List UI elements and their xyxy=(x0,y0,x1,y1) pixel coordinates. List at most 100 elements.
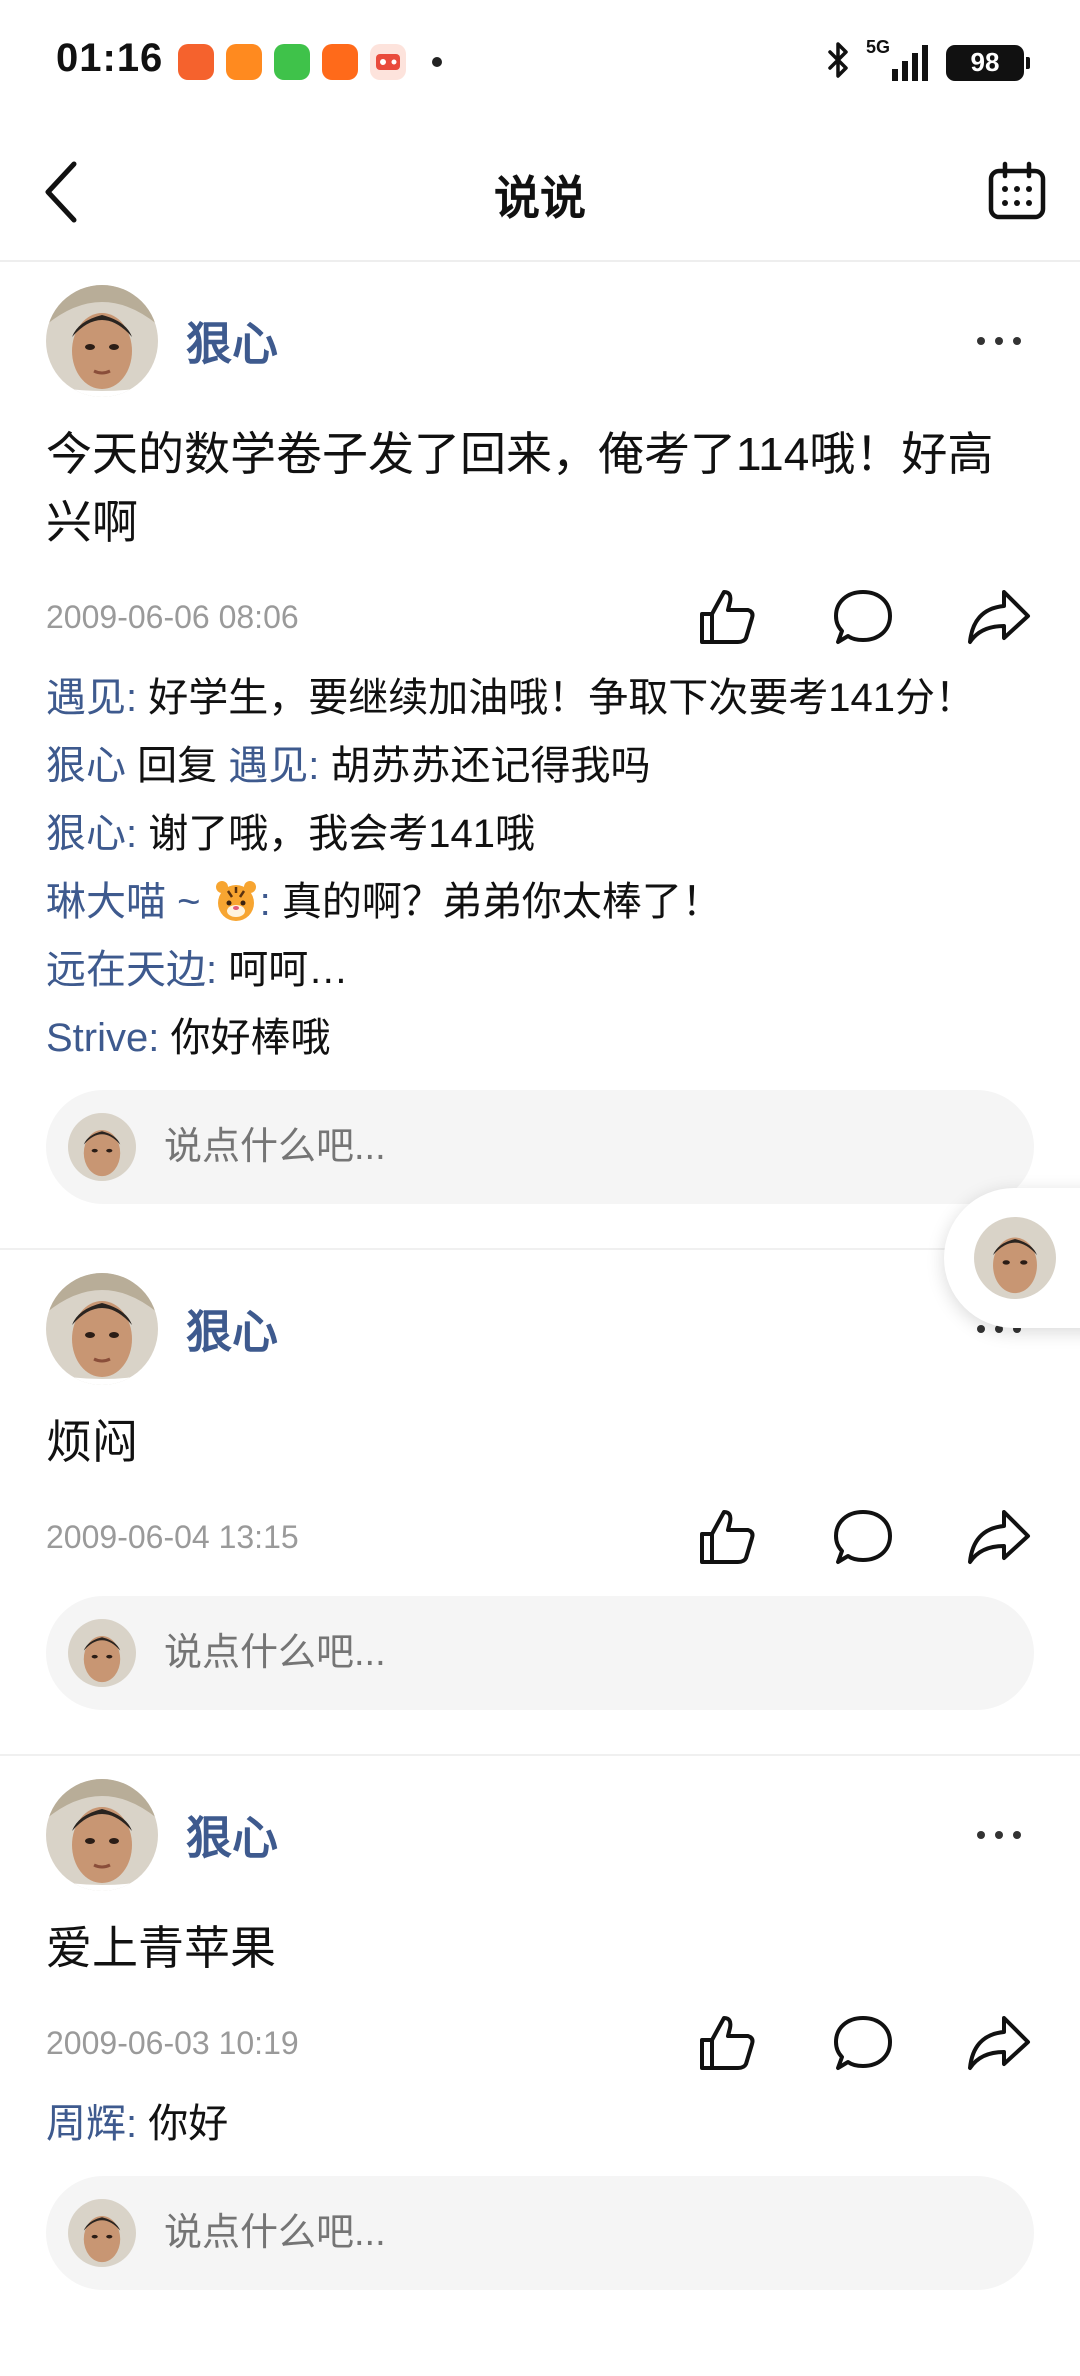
comment-separator: : xyxy=(148,1016,171,1060)
network-type: 5G xyxy=(866,36,891,57)
orange-app-icon xyxy=(178,44,214,80)
comment-separator: : xyxy=(126,676,149,720)
more-dot xyxy=(977,1831,985,1839)
nav-bar: 说说 xyxy=(0,128,1080,262)
comment-bubble-icon xyxy=(834,590,892,644)
thumbs-up-icon xyxy=(700,1510,755,1564)
post-card: 狠心 烦闷 2009-06-04 13:15 xyxy=(0,1250,1080,1756)
commenter-name[interactable]: 狠心 xyxy=(46,744,126,788)
comment-text: 真的啊？弟弟你太棒了！ xyxy=(281,880,722,924)
comment-input-box[interactable] xyxy=(46,1596,1034,1710)
comment-input[interactable] xyxy=(162,1124,966,1170)
more-dot xyxy=(1013,337,1021,345)
comment-text: 胡苏苏还记得我吗 xyxy=(330,744,651,788)
avatar[interactable] xyxy=(46,1779,158,1891)
more-dot xyxy=(977,1325,985,1333)
more-options-button[interactable] xyxy=(964,321,1034,361)
share-button[interactable] xyxy=(966,584,1032,650)
post-meta: 2009-06-06 08:06 xyxy=(46,582,1034,652)
commenter-name[interactable]: 遇见 xyxy=(46,676,126,720)
floating-avatar-button[interactable] xyxy=(944,1188,1080,1328)
avatar xyxy=(974,1217,1056,1299)
comment-input[interactable] xyxy=(162,2210,966,2256)
comment-text: 呵呵… xyxy=(228,948,349,992)
avatar[interactable] xyxy=(46,285,158,397)
commenter-name[interactable]: 琳大喵 ~ xyxy=(46,880,212,924)
commenter-name[interactable]: 狠心 xyxy=(46,812,126,856)
thumbs-up-icon xyxy=(700,590,755,644)
comment-text: 谢了哦，我会考141哦 xyxy=(148,812,535,856)
calendar-icon xyxy=(988,161,1046,220)
post-meta: 2009-06-04 13:15 xyxy=(46,1502,1034,1572)
red-game-icon xyxy=(370,44,406,80)
my-avatar xyxy=(68,1113,136,1181)
comment-separator: : xyxy=(126,2102,149,2146)
comment-separator: : xyxy=(126,812,149,856)
reply-to-name[interactable]: 遇见 xyxy=(228,744,308,788)
more-dot xyxy=(995,1831,1003,1839)
notification-dot xyxy=(432,57,442,67)
bluetooth-icon xyxy=(826,40,852,85)
commenter-name[interactable]: Strive xyxy=(46,1016,148,1060)
comment-item[interactable]: 狠心 回复 遇见: 胡苏苏还记得我吗 xyxy=(46,738,1034,794)
comment-input-box[interactable] xyxy=(46,1090,1034,1204)
comment-input[interactable] xyxy=(162,1630,966,1676)
share-arrow-icon xyxy=(968,590,1030,644)
author-name[interactable]: 狠心 xyxy=(186,1296,964,1362)
comment-item[interactable]: 琳大喵 ~ : 真的啊？弟弟你太棒了！ xyxy=(46,874,1034,930)
comment-button[interactable] xyxy=(830,2010,896,2076)
page-title: 说说 xyxy=(494,172,586,224)
author-name[interactable]: 狠心 xyxy=(186,308,964,374)
like-button[interactable] xyxy=(694,2010,760,2076)
like-button[interactable] xyxy=(694,584,760,650)
my-avatar xyxy=(68,1619,136,1687)
post-actions xyxy=(694,1504,1032,1570)
more-options-button[interactable] xyxy=(964,1815,1034,1855)
post-time: 2009-06-06 08:06 xyxy=(46,598,299,635)
share-button[interactable] xyxy=(966,1504,1032,1570)
comment-item[interactable]: 周辉: 你好 xyxy=(46,2096,1034,2152)
comment-bubble-icon xyxy=(834,1510,892,1564)
post-time: 2009-06-04 13:15 xyxy=(46,1518,299,1555)
more-dot xyxy=(995,337,1003,345)
author-name[interactable]: 狠心 xyxy=(186,1802,964,1868)
comment-text: 好学生，要继续加油哦！争取下次要考141分！ xyxy=(148,676,975,720)
post-actions xyxy=(694,2010,1032,2076)
post-content: 今天的数学卷子发了回来，俺考了114哦！好高兴啊 xyxy=(46,428,994,548)
orange-tv-icon xyxy=(226,44,262,80)
comment-input-box[interactable] xyxy=(46,2176,1034,2290)
comment-separator: : xyxy=(308,744,331,788)
post-card: 狠心 今天的数学卷子发了回来，俺考了114哦！好高兴啊 2009-06-06 0… xyxy=(0,262,1080,1250)
comment-list: 周辉: 你好 xyxy=(46,2096,1034,2152)
more-dot xyxy=(1013,1831,1021,1839)
status-time: 01:16 xyxy=(56,36,164,80)
comment-item[interactable]: 远在天边: 呵呵… xyxy=(46,942,1034,998)
green-chat-icon xyxy=(274,44,310,80)
commenter-name[interactable]: 周辉 xyxy=(46,2102,126,2146)
battery-indicator: 98 xyxy=(946,44,1030,81)
comment-text: 你好棒哦 xyxy=(170,1016,331,1060)
share-arrow-icon xyxy=(968,2016,1030,2070)
comment-item[interactable]: Strive: 你好棒哦 xyxy=(46,1010,1034,1066)
comment-button[interactable] xyxy=(830,584,896,650)
calendar-button[interactable] xyxy=(982,156,1052,226)
tiger-face-emoji xyxy=(214,879,258,923)
post-header: 狠心 xyxy=(46,1776,1034,1894)
comment-button[interactable] xyxy=(830,1504,896,1570)
status-app-icons xyxy=(178,44,442,80)
comment-item[interactable]: 遇见: 好学生，要继续加油哦！争取下次要考141分！ xyxy=(46,670,1034,726)
share-button[interactable] xyxy=(966,2010,1032,2076)
post-actions xyxy=(694,584,1032,650)
comment-separator: : xyxy=(206,948,229,992)
feed: 狠心 今天的数学卷子发了回来，俺考了114哦！好高兴啊 2009-06-06 0… xyxy=(0,262,1080,2334)
comment-separator: : xyxy=(259,880,282,924)
post-time: 2009-06-03 10:19 xyxy=(46,2024,299,2061)
post-content: 烦闷 xyxy=(46,1416,138,1468)
commenter-name[interactable]: 远在天边 xyxy=(46,948,206,992)
avatar[interactable] xyxy=(46,1273,158,1385)
like-button[interactable] xyxy=(694,1504,760,1570)
post-card: 狠心 爱上青苹果 2009-06-03 10:19 周辉: 你好 说点什么吧..… xyxy=(0,1756,1080,2334)
orange-person-icon xyxy=(322,44,358,80)
more-dot xyxy=(977,337,985,345)
comment-item[interactable]: 狠心: 谢了哦，我会考141哦 xyxy=(46,806,1034,862)
